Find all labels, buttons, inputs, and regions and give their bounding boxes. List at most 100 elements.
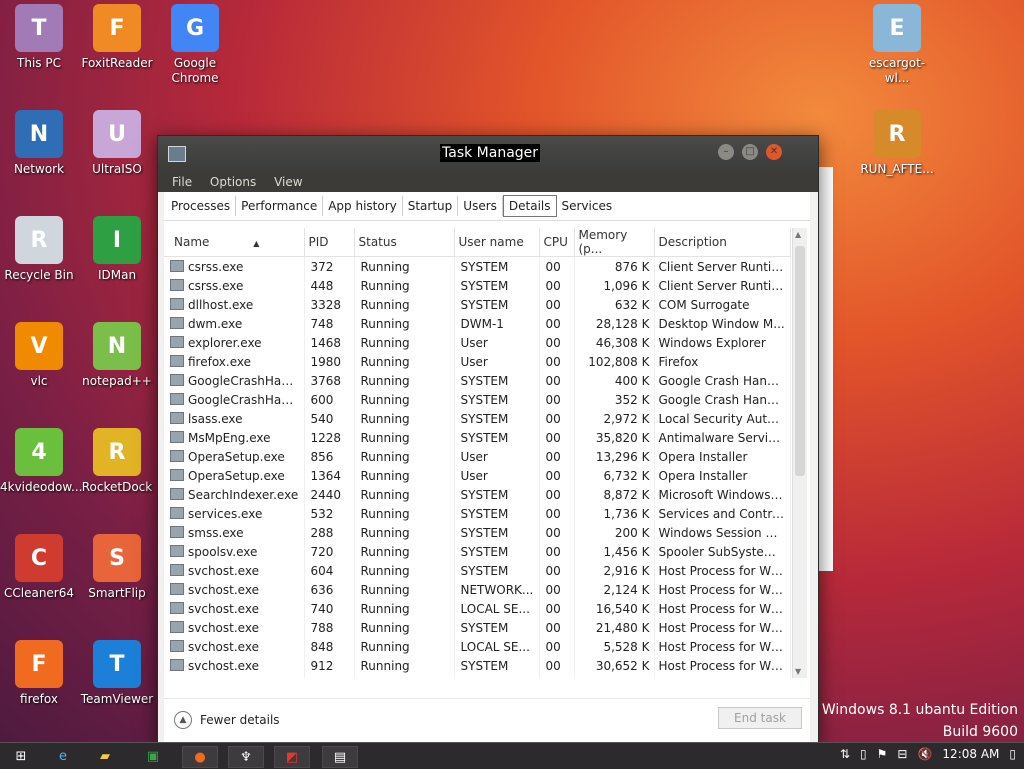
vertical-scrollbar[interactable]: ▲ ▼ [792, 228, 807, 678]
process-icon [170, 601, 184, 614]
table-row[interactable]: services.exe 532 Running SYSTEM 00 1,736 K Ser… [164, 504, 791, 523]
table-row[interactable]: csrss.exe 448 Running SYSTEM 00 1,096 K Client… [164, 276, 791, 295]
desktop-icon[interactable]: T TeamViewer [78, 640, 156, 707]
table-row[interactable]: dllhost.exe 3328 Running SYSTEM 00 632 K COM S… [164, 295, 791, 314]
table-row[interactable]: svchost.exe 604 Running SYSTEM 00 2,916 K Host… [164, 561, 791, 580]
scrollbar-thumb[interactable] [795, 246, 805, 476]
tablet-icon[interactable]: ▯ [860, 747, 867, 761]
tab-processes[interactable]: Processes [166, 196, 237, 216]
column-header-name[interactable]: Name ▲ [164, 228, 305, 257]
tab-app-history[interactable]: App history [323, 196, 403, 216]
desktop-icon[interactable]: R RocketDock [78, 428, 156, 495]
fewer-details-button[interactable]: ▲ Fewer details [174, 711, 280, 729]
menu-view[interactable]: View [274, 175, 302, 189]
table-cell: smss.exe [164, 523, 305, 542]
close-button[interactable]: ✕ [766, 144, 782, 160]
desktop-icon[interactable]: I IDMan [78, 216, 156, 283]
table-row[interactable]: lsass.exe 540 Running SYSTEM 00 2,972 K Local … [164, 409, 791, 428]
tab-users[interactable]: Users [458, 196, 503, 216]
table-cell: 448 [304, 276, 355, 295]
flag-icon[interactable]: ⚑ [877, 747, 888, 761]
table-cell: 604 [304, 561, 355, 580]
taskbar-firefox[interactable]: ● [182, 746, 218, 768]
desktop-icon[interactable]: Eescargot-wl... [858, 4, 936, 86]
up-down-arrows-icon[interactable]: ⇅ [840, 747, 850, 761]
table-row[interactable]: OperaSetup.exe 856 Running User 00 13,296 K Op… [164, 447, 791, 466]
scroll-up-icon[interactable]: ▲ [795, 230, 801, 239]
process-icon [170, 525, 184, 538]
taskbar-opera-setup[interactable]: ◩ [274, 746, 310, 768]
table-row[interactable]: svchost.exe 636 Running NETWORK... 00 2,124 K… [164, 580, 791, 599]
table-cell: 1,736 K [574, 504, 655, 523]
desktop-icon[interactable]: G Google Chrome [156, 4, 234, 86]
table-row[interactable]: svchost.exe 788 Running SYSTEM 00 21,480 K Hos… [164, 618, 791, 637]
start-button[interactable]: ⊞ [4, 746, 38, 766]
table-cell: 00 [539, 618, 575, 637]
table-row[interactable]: svchost.exe 276RunningNETWORK...004,704 K… [164, 675, 791, 678]
speaker-muted-icon[interactable]: 🔇 [917, 747, 932, 761]
table-row[interactable]: csrss.exe 372 Running SYSTEM 00 876 K Client S… [164, 256, 791, 276]
process-icon [170, 297, 184, 310]
taskbar-store[interactable]: ▣ [136, 746, 170, 766]
desktop-icon[interactable]: C CCleaner64 [0, 534, 78, 601]
table-row[interactable]: svchost.exe 740 Running LOCAL SE... 00 16,540… [164, 599, 791, 618]
table-cell: Running [354, 314, 455, 333]
scroll-down-icon[interactable]: ▼ [795, 667, 801, 676]
table-cell: DWM-1 [454, 314, 540, 333]
notifications-icon[interactable]: ▯ [1009, 747, 1016, 761]
process-name: firefox.exe [188, 354, 252, 369]
minimize-button[interactable]: – [718, 144, 734, 160]
desktop-icon[interactable]: N Network [0, 110, 78, 177]
table-row[interactable]: MsMpEng.exe 1228 Running SYSTEM 00 35,820 K An… [164, 428, 791, 447]
process-icon [170, 506, 184, 519]
column-header-status[interactable]: Status [354, 228, 455, 257]
desktop-icon[interactable]: R Recycle Bin [0, 216, 78, 283]
title-bar[interactable]: Task Manager – □ ✕ [158, 136, 818, 172]
task-manager-window[interactable]: Task Manager – □ ✕ File Options View Pro… [157, 135, 819, 744]
table-row[interactable]: dwm.exe 748 Running DWM-1 00 28,128 K Desktop … [164, 314, 791, 333]
table-row[interactable]: SearchIndexer.exe 2440 Running SYSTEM 00 8,87… [164, 485, 791, 504]
desktop-icon-label: Network [13, 162, 65, 176]
desktop-icon[interactable]: T This PC [0, 4, 78, 71]
desktop-icon[interactable]: S SmartFlip [78, 534, 156, 601]
desktop-icon[interactable]: R RUN_AFTE... [858, 110, 936, 177]
maximize-button[interactable]: □ [742, 144, 758, 160]
column-header-pid[interactable]: PID [304, 228, 355, 257]
tab-services[interactable]: Services [557, 196, 618, 216]
table-row[interactable]: svchost.exe 912 Running SYSTEM 00 30,652 K Hos… [164, 656, 791, 675]
column-header-cpu[interactable]: CPU [539, 228, 575, 257]
menu-options[interactable]: Options [210, 175, 256, 189]
taskbar-ie[interactable]: e [46, 746, 80, 766]
table-row[interactable]: spoolsv.exe 720 Running SYSTEM 00 1,456 K Spoo… [164, 542, 791, 561]
network-icon[interactable]: ⊟ [897, 747, 907, 761]
tab-performance[interactable]: Performance [236, 196, 324, 216]
table-row[interactable]: OperaSetup.exe 1364 Running User 00 6,732 K Op… [164, 466, 791, 485]
taskbar-app[interactable]: ♆ [228, 746, 264, 768]
table-row[interactable]: firefox.exe 1980 Running User 00 102,808 K Fir… [164, 352, 791, 371]
column-header-memory[interactable]: Memory (p... [574, 228, 655, 257]
desktop-icon[interactable]: F FoxitReader [78, 4, 156, 71]
table-row[interactable]: svchost.exe 848 Running LOCAL SE... 00 5,528 … [164, 637, 791, 656]
desktop-icon[interactable]: 4 4kvideodow... [0, 428, 82, 495]
table-row[interactable]: explorer.exe 1468 Running User 00 46,308 K Win… [164, 333, 791, 352]
table-cell: 00 [539, 542, 575, 561]
desktop-icon[interactable]: Vvlc [0, 322, 78, 389]
column-header-user-name[interactable]: User name [454, 228, 540, 257]
desktop-icon[interactable]: U UltraISO [78, 110, 156, 177]
taskbar-task-manager[interactable]: ▤ [322, 746, 358, 768]
table-row[interactable]: smss.exe 288 Running SYSTEM 00 200 K Windows S… [164, 523, 791, 542]
pdf-icon: F [93, 4, 141, 52]
tab-startup[interactable]: Startup [403, 196, 459, 216]
table-cell: SYSTEM [454, 390, 540, 409]
tab-details[interactable]: Details [502, 195, 557, 217]
column-header-description[interactable]: Description [654, 228, 791, 257]
clock[interactable]: 12:08 AM [942, 747, 999, 761]
desktop-icon[interactable]: Ffirefox [0, 640, 78, 707]
end-task-button[interactable]: End task [718, 707, 802, 729]
table-row[interactable]: GoogleCrashHandler...600RunningSYSTEM003… [164, 390, 791, 409]
desktop-icon[interactable]: Nnotepad++ [78, 322, 156, 389]
table-row[interactable]: GoogleCrashHandler...3768RunningSYSTEM00… [164, 371, 791, 390]
menu-file[interactable]: File [172, 175, 192, 189]
cone-icon: V [15, 322, 63, 370]
taskbar-file-explorer[interactable]: ▰ [88, 746, 122, 766]
